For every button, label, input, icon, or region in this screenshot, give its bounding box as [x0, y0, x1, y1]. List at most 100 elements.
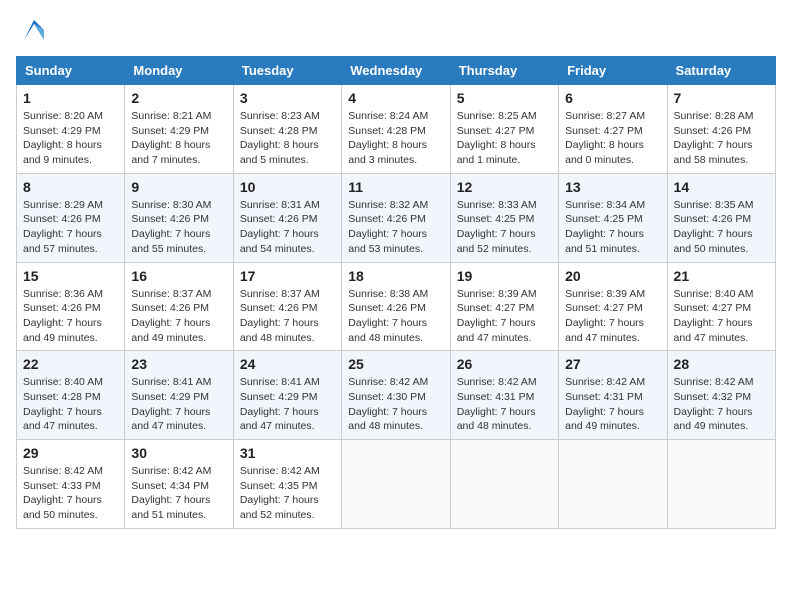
day-info: Sunrise: 8:39 AM Sunset: 4:27 PM Dayligh… [457, 287, 552, 346]
day-info: Sunrise: 8:37 AM Sunset: 4:26 PM Dayligh… [240, 287, 335, 346]
day-info: Sunrise: 8:39 AM Sunset: 4:27 PM Dayligh… [565, 287, 660, 346]
day-cell: 18 Sunrise: 8:38 AM Sunset: 4:26 PM Dayl… [342, 262, 450, 351]
day-info: Sunrise: 8:42 AM Sunset: 4:35 PM Dayligh… [240, 464, 335, 523]
day-info: Sunrise: 8:42 AM Sunset: 4:32 PM Dayligh… [674, 375, 769, 434]
day-cell: 9 Sunrise: 8:30 AM Sunset: 4:26 PM Dayli… [125, 173, 233, 262]
day-cell: 1 Sunrise: 8:20 AM Sunset: 4:29 PM Dayli… [17, 85, 125, 174]
day-number: 13 [565, 179, 660, 195]
day-cell: 27 Sunrise: 8:42 AM Sunset: 4:31 PM Dayl… [559, 351, 667, 440]
day-number: 4 [348, 90, 443, 106]
day-info: Sunrise: 8:20 AM Sunset: 4:29 PM Dayligh… [23, 109, 118, 168]
day-cell: 28 Sunrise: 8:42 AM Sunset: 4:32 PM Dayl… [667, 351, 775, 440]
calendar-table: SundayMondayTuesdayWednesdayThursdayFrid… [16, 56, 776, 529]
day-number: 1 [23, 90, 118, 106]
day-cell: 3 Sunrise: 8:23 AM Sunset: 4:28 PM Dayli… [233, 85, 341, 174]
day-info: Sunrise: 8:28 AM Sunset: 4:26 PM Dayligh… [674, 109, 769, 168]
day-number: 19 [457, 268, 552, 284]
weekday-header-tuesday: Tuesday [233, 57, 341, 85]
day-cell: 16 Sunrise: 8:37 AM Sunset: 4:26 PM Dayl… [125, 262, 233, 351]
day-cell: 13 Sunrise: 8:34 AM Sunset: 4:25 PM Dayl… [559, 173, 667, 262]
week-row-4: 22 Sunrise: 8:40 AM Sunset: 4:28 PM Dayl… [17, 351, 776, 440]
day-info: Sunrise: 8:21 AM Sunset: 4:29 PM Dayligh… [131, 109, 226, 168]
day-cell: 29 Sunrise: 8:42 AM Sunset: 4:33 PM Dayl… [17, 440, 125, 529]
day-info: Sunrise: 8:37 AM Sunset: 4:26 PM Dayligh… [131, 287, 226, 346]
day-info: Sunrise: 8:30 AM Sunset: 4:26 PM Dayligh… [131, 198, 226, 257]
day-number: 30 [131, 445, 226, 461]
day-info: Sunrise: 8:42 AM Sunset: 4:33 PM Dayligh… [23, 464, 118, 523]
day-info: Sunrise: 8:31 AM Sunset: 4:26 PM Dayligh… [240, 198, 335, 257]
day-info: Sunrise: 8:38 AM Sunset: 4:26 PM Dayligh… [348, 287, 443, 346]
weekday-header-row: SundayMondayTuesdayWednesdayThursdayFrid… [17, 57, 776, 85]
day-number: 15 [23, 268, 118, 284]
day-cell: 10 Sunrise: 8:31 AM Sunset: 4:26 PM Dayl… [233, 173, 341, 262]
day-info: Sunrise: 8:23 AM Sunset: 4:28 PM Dayligh… [240, 109, 335, 168]
day-cell: 17 Sunrise: 8:37 AM Sunset: 4:26 PM Dayl… [233, 262, 341, 351]
day-cell: 20 Sunrise: 8:39 AM Sunset: 4:27 PM Dayl… [559, 262, 667, 351]
day-number: 5 [457, 90, 552, 106]
weekday-header-monday: Monday [125, 57, 233, 85]
header [16, 16, 776, 44]
day-number: 20 [565, 268, 660, 284]
day-number: 21 [674, 268, 769, 284]
day-info: Sunrise: 8:34 AM Sunset: 4:25 PM Dayligh… [565, 198, 660, 257]
day-info: Sunrise: 8:36 AM Sunset: 4:26 PM Dayligh… [23, 287, 118, 346]
day-number: 29 [23, 445, 118, 461]
day-number: 11 [348, 179, 443, 195]
day-cell [667, 440, 775, 529]
day-info: Sunrise: 8:42 AM Sunset: 4:31 PM Dayligh… [565, 375, 660, 434]
day-info: Sunrise: 8:41 AM Sunset: 4:29 PM Dayligh… [240, 375, 335, 434]
day-cell: 15 Sunrise: 8:36 AM Sunset: 4:26 PM Dayl… [17, 262, 125, 351]
day-number: 26 [457, 356, 552, 372]
day-info: Sunrise: 8:32 AM Sunset: 4:26 PM Dayligh… [348, 198, 443, 257]
day-info: Sunrise: 8:42 AM Sunset: 4:31 PM Dayligh… [457, 375, 552, 434]
day-number: 9 [131, 179, 226, 195]
day-number: 23 [131, 356, 226, 372]
day-cell: 7 Sunrise: 8:28 AM Sunset: 4:26 PM Dayli… [667, 85, 775, 174]
day-cell: 23 Sunrise: 8:41 AM Sunset: 4:29 PM Dayl… [125, 351, 233, 440]
day-cell: 11 Sunrise: 8:32 AM Sunset: 4:26 PM Dayl… [342, 173, 450, 262]
day-cell [450, 440, 558, 529]
day-number: 16 [131, 268, 226, 284]
day-number: 18 [348, 268, 443, 284]
day-number: 12 [457, 179, 552, 195]
day-cell [559, 440, 667, 529]
week-row-1: 1 Sunrise: 8:20 AM Sunset: 4:29 PM Dayli… [17, 85, 776, 174]
day-number: 31 [240, 445, 335, 461]
day-info: Sunrise: 8:42 AM Sunset: 4:30 PM Dayligh… [348, 375, 443, 434]
day-number: 3 [240, 90, 335, 106]
weekday-header-sunday: Sunday [17, 57, 125, 85]
day-number: 8 [23, 179, 118, 195]
day-info: Sunrise: 8:27 AM Sunset: 4:27 PM Dayligh… [565, 109, 660, 168]
day-cell: 21 Sunrise: 8:40 AM Sunset: 4:27 PM Dayl… [667, 262, 775, 351]
day-number: 7 [674, 90, 769, 106]
day-info: Sunrise: 8:40 AM Sunset: 4:27 PM Dayligh… [674, 287, 769, 346]
day-number: 24 [240, 356, 335, 372]
day-cell: 31 Sunrise: 8:42 AM Sunset: 4:35 PM Dayl… [233, 440, 341, 529]
day-info: Sunrise: 8:29 AM Sunset: 4:26 PM Dayligh… [23, 198, 118, 257]
day-info: Sunrise: 8:40 AM Sunset: 4:28 PM Dayligh… [23, 375, 118, 434]
weekday-header-thursday: Thursday [450, 57, 558, 85]
day-number: 6 [565, 90, 660, 106]
weekday-header-friday: Friday [559, 57, 667, 85]
day-number: 10 [240, 179, 335, 195]
day-number: 25 [348, 356, 443, 372]
week-row-5: 29 Sunrise: 8:42 AM Sunset: 4:33 PM Dayl… [17, 440, 776, 529]
weekday-header-saturday: Saturday [667, 57, 775, 85]
day-cell: 26 Sunrise: 8:42 AM Sunset: 4:31 PM Dayl… [450, 351, 558, 440]
day-cell: 24 Sunrise: 8:41 AM Sunset: 4:29 PM Dayl… [233, 351, 341, 440]
day-info: Sunrise: 8:25 AM Sunset: 4:27 PM Dayligh… [457, 109, 552, 168]
day-cell: 12 Sunrise: 8:33 AM Sunset: 4:25 PM Dayl… [450, 173, 558, 262]
day-cell: 2 Sunrise: 8:21 AM Sunset: 4:29 PM Dayli… [125, 85, 233, 174]
week-row-2: 8 Sunrise: 8:29 AM Sunset: 4:26 PM Dayli… [17, 173, 776, 262]
day-number: 22 [23, 356, 118, 372]
day-cell: 25 Sunrise: 8:42 AM Sunset: 4:30 PM Dayl… [342, 351, 450, 440]
day-cell: 30 Sunrise: 8:42 AM Sunset: 4:34 PM Dayl… [125, 440, 233, 529]
logo-icon [20, 16, 48, 44]
day-cell: 19 Sunrise: 8:39 AM Sunset: 4:27 PM Dayl… [450, 262, 558, 351]
day-number: 17 [240, 268, 335, 284]
weekday-header-wednesday: Wednesday [342, 57, 450, 85]
day-info: Sunrise: 8:41 AM Sunset: 4:29 PM Dayligh… [131, 375, 226, 434]
day-cell: 8 Sunrise: 8:29 AM Sunset: 4:26 PM Dayli… [17, 173, 125, 262]
day-cell: 14 Sunrise: 8:35 AM Sunset: 4:26 PM Dayl… [667, 173, 775, 262]
day-cell: 6 Sunrise: 8:27 AM Sunset: 4:27 PM Dayli… [559, 85, 667, 174]
